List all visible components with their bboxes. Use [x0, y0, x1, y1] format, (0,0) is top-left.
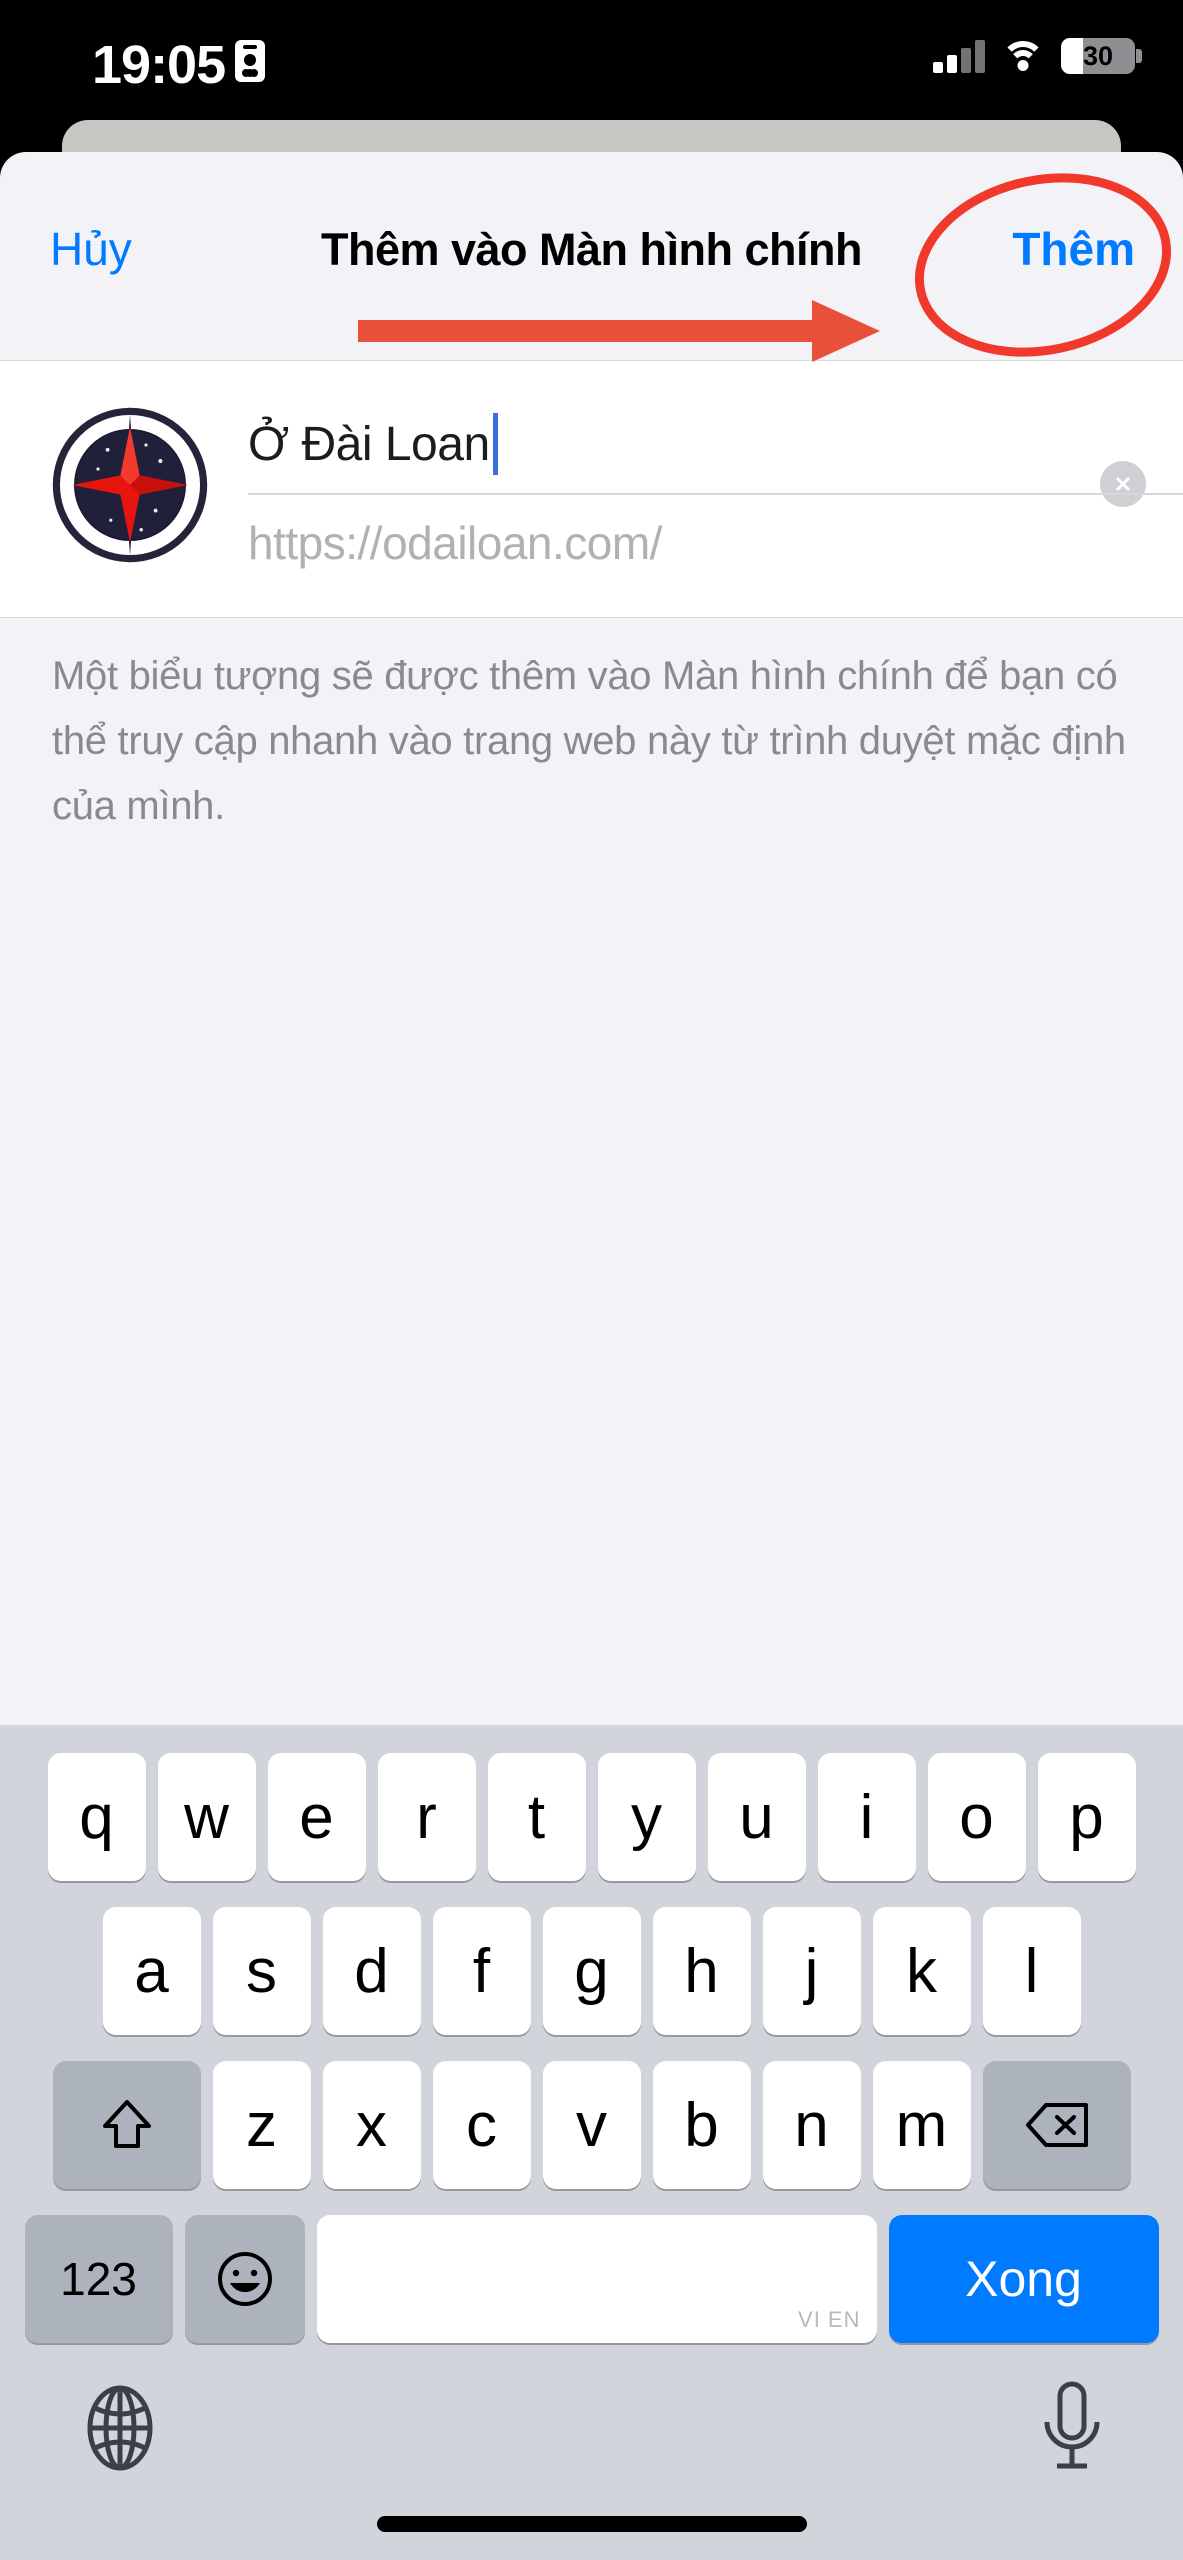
status-bar-indicators: 30: [933, 38, 1142, 74]
ios-keyboard: q w e r t y u i o p a s d f g h j k l z …: [0, 1725, 1183, 2560]
shift-key[interactable]: [52, 2061, 201, 2189]
key-z[interactable]: z: [212, 2061, 311, 2189]
compass-favicon: [52, 407, 208, 563]
globe-icon[interactable]: [72, 2380, 168, 2476]
key-q[interactable]: q: [47, 1753, 146, 1881]
key-u[interactable]: u: [707, 1753, 806, 1881]
key-t[interactable]: t: [487, 1753, 586, 1881]
keyboard-row-2: a s d f g h j k l: [0, 1907, 1183, 2035]
key-i[interactable]: i: [817, 1753, 916, 1881]
key-d[interactable]: d: [322, 1907, 421, 2035]
shift-arrow-icon: [102, 2100, 151, 2148]
bookmark-form-card: Ở Đài Loan https://odailoan.com/: [0, 360, 1183, 618]
add-button[interactable]: Thêm: [1012, 222, 1135, 276]
battery-tip: [1136, 49, 1142, 63]
emoji-smiley-icon: [217, 2252, 272, 2306]
numbers-key[interactable]: 123: [24, 2215, 173, 2343]
key-l[interactable]: l: [982, 1907, 1081, 2035]
field-divider: [248, 493, 1183, 495]
key-w[interactable]: w: [157, 1753, 256, 1881]
text-cursor: [492, 413, 498, 475]
key-f[interactable]: f: [432, 1907, 531, 2035]
bookmark-url-value[interactable]: https://odailoan.com/: [248, 516, 662, 570]
key-x[interactable]: x: [322, 2061, 421, 2189]
key-r[interactable]: r: [377, 1753, 476, 1881]
key-m[interactable]: m: [872, 2061, 971, 2189]
key-p[interactable]: p: [1037, 1753, 1136, 1881]
key-y[interactable]: y: [597, 1753, 696, 1881]
keyboard-row-4: 123 VI EN Xong: [0, 2215, 1183, 2343]
keyboard-bottom-bar: [0, 2360, 1183, 2560]
battery-icon: 30: [1061, 38, 1142, 74]
key-s[interactable]: s: [212, 1907, 311, 2035]
key-h[interactable]: h: [652, 1907, 751, 2035]
cellular-signal-icon: [933, 39, 985, 73]
home-indicator: [376, 2516, 807, 2532]
bookmark-name-value: Ở Đài Loan: [248, 417, 490, 471]
key-a[interactable]: a: [102, 1907, 201, 2035]
iphone-screen: 19:05 30 Hủy Thêm vào Màn hình chính Thê…: [0, 0, 1183, 2560]
status-bar: 19:05 30: [0, 0, 1183, 120]
space-key[interactable]: VI EN: [316, 2215, 877, 2343]
keyboard-row-3: z x c v b n m: [0, 2061, 1183, 2189]
backspace-icon: [1025, 2103, 1088, 2147]
add-to-home-screen-sheet: Hủy Thêm vào Màn hình chính Thêm Ở Đài L…: [0, 152, 1183, 1725]
sheet-navbar: Hủy Thêm vào Màn hình chính Thêm: [0, 152, 1183, 352]
key-k[interactable]: k: [872, 1907, 971, 2035]
sheet-description: Một biểu tượng sẽ được thêm vào Màn hình…: [52, 654, 1126, 828]
microphone-icon[interactable]: [1033, 2376, 1111, 2478]
key-o[interactable]: o: [927, 1753, 1026, 1881]
battery-percent-label: 30: [1082, 40, 1114, 71]
backspace-key[interactable]: [982, 2061, 1131, 2189]
done-key[interactable]: Xong: [888, 2215, 1159, 2343]
key-j[interactable]: j: [762, 1907, 861, 2035]
keyboard-row-1: q w e r t y u i o p: [0, 1753, 1183, 1881]
bookmark-name-field[interactable]: Ở Đài Loan: [248, 399, 1068, 489]
key-c[interactable]: c: [432, 2061, 531, 2189]
space-language-label: VI EN: [798, 2307, 861, 2332]
emoji-key[interactable]: [184, 2215, 305, 2343]
clear-text-button[interactable]: [1100, 461, 1146, 507]
id-card-icon: [235, 40, 265, 82]
key-v[interactable]: v: [542, 2061, 641, 2189]
page-title: Thêm vào Màn hình chính: [320, 224, 863, 275]
key-n[interactable]: n: [762, 2061, 861, 2189]
key-b[interactable]: b: [652, 2061, 751, 2189]
key-g[interactable]: g: [542, 1907, 641, 2035]
status-bar-time: 19:05: [92, 35, 226, 95]
wifi-icon: [1001, 39, 1045, 73]
key-e[interactable]: e: [267, 1753, 366, 1881]
